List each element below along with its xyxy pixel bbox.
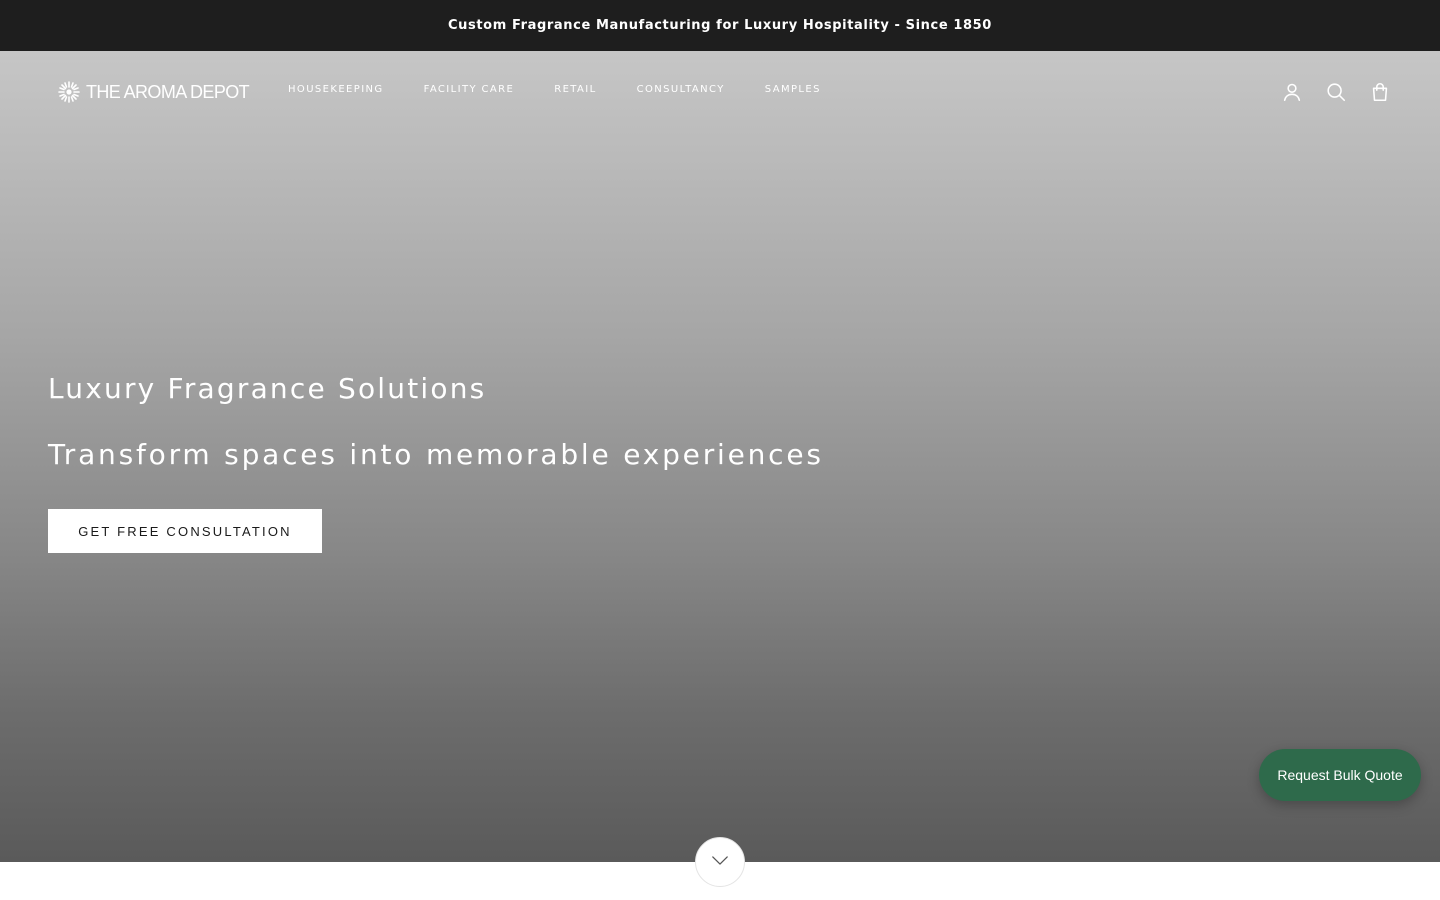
nav-consultancy[interactable]: CONSULTANCY [637,84,725,95]
nav-samples[interactable]: SAMPLES [765,84,821,95]
account-icon[interactable] [1280,80,1304,104]
starburst-logo-icon [56,79,82,105]
hero-content: Luxury Fragrance Solutions Transform spa… [48,369,948,553]
header-actions [1280,80,1392,104]
cart-icon[interactable] [1368,80,1392,104]
hero-title: Luxury Fragrance Solutions [48,372,487,405]
search-icon[interactable] [1324,80,1348,104]
logo-text: THE AROMA DEPOT [86,81,250,102]
site-header: THE AROMA DEPOT HOUSEKEEPING FACILITY CA… [0,51,1440,131]
free-consultation-button[interactable]: GET FREE CONSULTATION [48,509,322,553]
request-bulk-quote-button[interactable]: Request Bulk Quote [1259,749,1421,801]
nav-housekeeping[interactable]: HOUSEKEEPING [288,84,384,95]
site-logo[interactable]: THE AROMA DEPOT [56,79,250,105]
nav-facility-care[interactable]: FACILITY CARE [424,84,515,95]
scroll-down-button[interactable] [695,837,745,887]
main-nav: HOUSEKEEPING FACILITY CARE RETAIL CONSUL… [288,84,861,95]
announcement-text: Custom Fragrance Manufacturing for Luxur… [448,18,992,33]
nav-retail[interactable]: RETAIL [554,84,596,95]
hero-banner: THE AROMA DEPOT HOUSEKEEPING FACILITY CA… [0,51,1440,862]
announcement-bar: Custom Fragrance Manufacturing for Luxur… [0,0,1440,51]
hero-subtitle: Transform spaces into memorable experien… [48,438,824,471]
chevron-down-icon [711,853,729,871]
